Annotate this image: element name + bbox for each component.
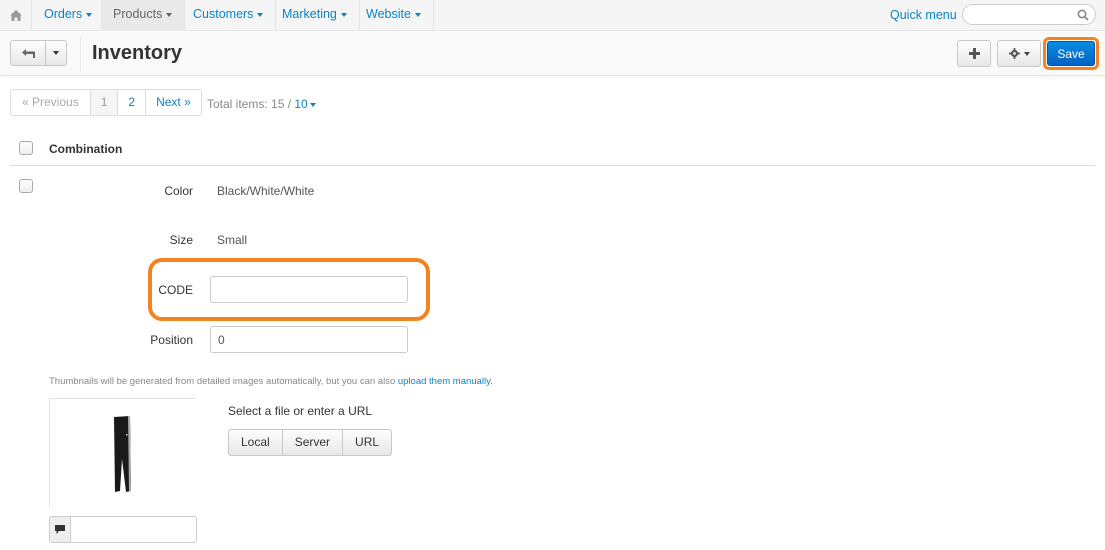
save-button[interactable]: Save xyxy=(1047,41,1095,66)
search-input[interactable] xyxy=(962,4,1096,25)
chevron-down-icon xyxy=(340,12,347,17)
color-value: Black/White/White xyxy=(217,184,315,198)
size-value: Small xyxy=(217,233,248,247)
position-label: Position xyxy=(150,333,193,347)
select-all-checkbox[interactable] xyxy=(19,141,33,155)
chevron-down-icon xyxy=(414,12,421,17)
add-button[interactable] xyxy=(957,40,991,67)
settings-button[interactable] xyxy=(997,40,1041,67)
nav-website[interactable]: Website xyxy=(354,0,434,31)
back-button-group xyxy=(10,40,68,66)
chevron-down-icon xyxy=(309,102,316,107)
next-page-button[interactable]: Next » xyxy=(146,90,201,115)
divider xyxy=(10,165,1095,166)
nav-marketing[interactable]: Marketing xyxy=(270,0,360,31)
upload-manually-link[interactable]: upload them manually. xyxy=(398,376,493,387)
color-label: Color xyxy=(164,184,193,198)
column-header-combination: Combination xyxy=(49,142,123,156)
per-page-dropdown[interactable]: 10 xyxy=(294,97,316,111)
upload-source-group: Local Server URL xyxy=(228,429,393,456)
home-icon xyxy=(9,10,22,21)
server-button[interactable]: Server xyxy=(283,430,344,455)
home-button[interactable] xyxy=(0,0,32,31)
select-file-label: Select a file or enter a URL xyxy=(228,404,373,418)
previous-page-button[interactable]: « Previous xyxy=(11,90,91,115)
pagination: « Previous 1 2 Next » xyxy=(10,89,202,116)
local-button[interactable]: Local xyxy=(229,430,283,455)
divider xyxy=(80,36,81,72)
nav-orders[interactable]: Orders xyxy=(32,0,106,31)
pants-image xyxy=(114,416,131,492)
code-input[interactable] xyxy=(210,276,408,303)
page-title: Inventory xyxy=(92,42,183,64)
back-dropdown-button[interactable] xyxy=(45,40,67,66)
product-image[interactable] xyxy=(49,398,196,507)
page-2[interactable]: 2 xyxy=(118,90,147,115)
search-icon[interactable] xyxy=(1077,9,1089,21)
top-navigation: Orders Products Customers Marketing Webs… xyxy=(0,0,1105,31)
url-button[interactable]: URL xyxy=(343,430,391,455)
chevron-down-icon xyxy=(166,12,173,17)
chevron-down-icon xyxy=(86,12,93,17)
size-label: Size xyxy=(169,233,193,247)
quick-menu-link[interactable]: Quick menu xyxy=(890,8,957,22)
comment-addon xyxy=(50,517,71,542)
row-checkbox[interactable] xyxy=(19,179,33,193)
chevron-down-icon xyxy=(1023,51,1030,56)
comment-icon xyxy=(55,525,65,534)
nav-products[interactable]: Products xyxy=(101,0,186,31)
toolbar: Inventory Save xyxy=(0,32,1105,76)
chevron-down-icon xyxy=(257,12,264,17)
position-input[interactable] xyxy=(210,326,408,353)
total-items: Total items: 15 / 10 xyxy=(207,97,316,111)
back-button[interactable] xyxy=(10,40,46,66)
code-label: CODE xyxy=(158,283,193,297)
page-1[interactable]: 1 xyxy=(90,90,119,115)
chevron-down-icon xyxy=(53,51,59,55)
thumbnail-hint: Thumbnails will be generated from detail… xyxy=(49,376,493,387)
gear-icon xyxy=(1008,48,1020,59)
nav-customers[interactable]: Customers xyxy=(181,0,277,31)
plus-icon xyxy=(968,48,980,59)
save-highlight: Save xyxy=(1043,37,1099,70)
alt-text-input[interactable] xyxy=(49,516,197,543)
back-arrow-icon xyxy=(21,48,35,58)
